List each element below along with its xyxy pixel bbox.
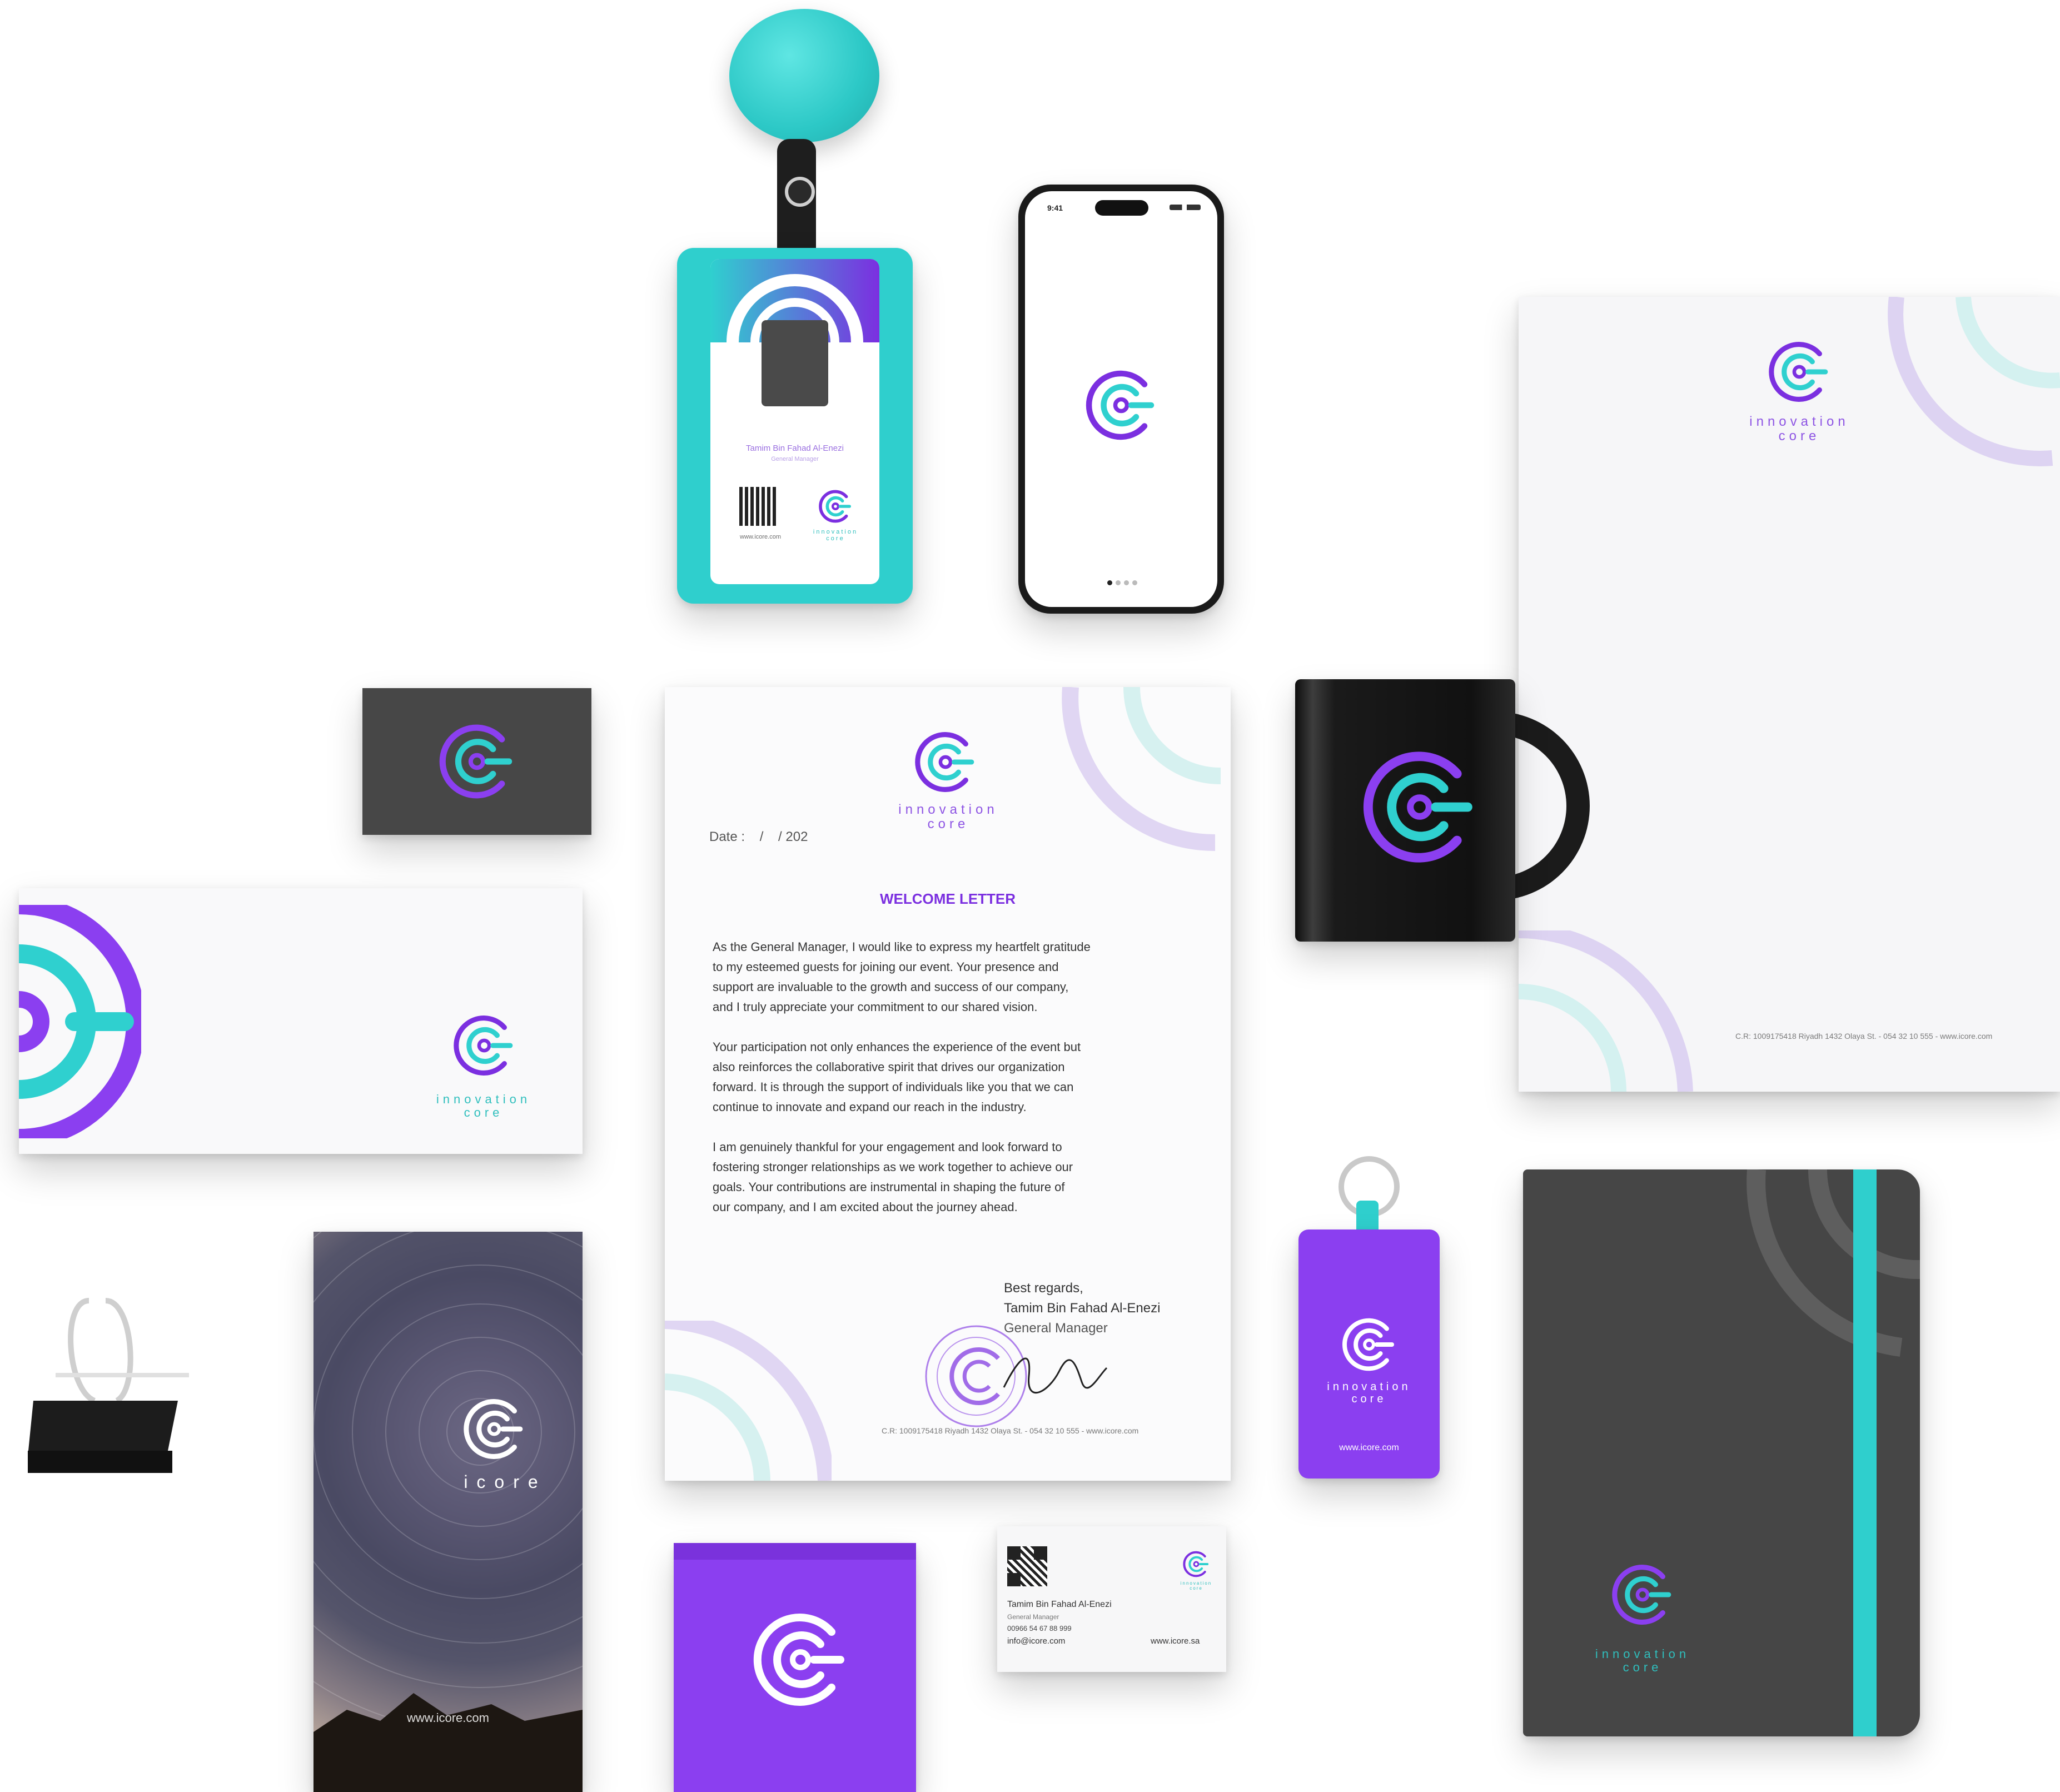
brochure: icore www.icore.com [314,1232,583,1792]
mug-body [1295,679,1515,942]
card-website: www.icore.sa [1151,1636,1200,1646]
dark-card-logo-icon [439,724,512,799]
purple-box [674,1543,916,1792]
binder-clip [28,1298,189,1473]
purple-box-logo-icon [753,1614,844,1706]
badge-name: Tamim Bin Fahad Al-Enezi [746,444,844,453]
phone-status-time: 9:41 [1047,203,1063,212]
card-wordmark: innovation core [1180,1581,1212,1591]
letter-corner-arcs [1062,687,1221,852]
brochure-wordmark: icore [464,1472,547,1492]
brochure-logo-icon [464,1399,523,1459]
letter-closing: Best regards, [1004,1281,1083,1296]
card-name: Tamim Bin Fahad Al-Enezi [1007,1600,1112,1609]
letter-wordmark: innovation core [898,802,998,832]
card-logo-icon [1183,1551,1209,1577]
keychain-website: www.icore.com [1339,1443,1399,1452]
envelope-logo-icon [454,1016,513,1076]
card-title: General Manager [1007,1613,1059,1621]
letterhead-sheet: innovation core C.R: 1009175418 Riyadh 1… [1519,297,2060,1092]
card-qr-code [1007,1546,1047,1586]
envelope: innovation core [19,888,583,1154]
letter-bottom-arcs [665,1321,832,1481]
letter-signature [1003,1357,1108,1394]
badge-wordmark: innovation core [813,529,858,542]
phone-page-dots [1107,580,1137,585]
smartphone: 9:41 [1018,185,1224,614]
letter-paragraph-2: Your participation not only enhances the… [713,1040,1081,1114]
letter-signer-name: Tamim Bin Fahad Al-Enezi [1004,1301,1161,1316]
notebook-corner-arcs [1746,1169,1920,1357]
keychain-tag: innovation core www.icore.com [1298,1229,1440,1479]
mug-logo-icon [1363,751,1472,863]
purple-box-flap [674,1543,916,1560]
card-email: info@icore.com [1007,1636,1066,1646]
notebook-wordmark: innovation core [1595,1647,1690,1674]
card-phone: 00966 54 67 88 999 [1007,1624,1072,1632]
badge-logo-icon [819,490,851,523]
letter-heading: WELCOME LETTER [879,890,1016,907]
envelope-wordmark: innovation core [436,1092,531,1119]
letter-paragraph-3: I am genuinely thankful for your engagem… [713,1140,1073,1214]
keychain-wordmark: innovation core [1327,1381,1411,1405]
letterhead-footer: C.R: 1009175418 Riyadh 1432 Olaya St. - … [1735,1032,1993,1041]
letter-date: Date : / / 202 [709,829,808,844]
phone-app-logo-icon [1086,370,1155,440]
notebook-logo-icon [1612,1565,1671,1625]
badge-photo-placeholder [762,320,828,406]
letterhead-logo-icon [1769,342,1828,402]
phone-status-icons [1170,205,1201,210]
id-badge-card: Tamim Bin Fahad Al-Enezi General Manager… [710,259,879,584]
dark-card [362,688,591,835]
badge-qr-code [737,485,780,528]
badge-clip-ring [785,177,815,207]
phone-dynamic-island [1095,200,1148,216]
notebook-elastic-band [1853,1169,1877,1736]
keychain-logo-icon [1342,1318,1395,1371]
phone-screen: 9:41 [1025,191,1217,607]
brochure-star-trails [314,1232,583,1792]
business-card: innovation core Tamim Bin Fahad Al-Enezi… [997,1526,1226,1672]
badge-title: General Manager [771,456,819,462]
letter-logo-icon [915,732,974,792]
letter-paragraph-1: As the General Manager, I would like to … [713,940,1091,1014]
letterhead-bottom-arcs [1519,930,1693,1092]
badge-website: www.icore.com [740,534,781,540]
id-badge-holder: Tamim Bin Fahad Al-Enezi General Manager… [677,248,913,604]
badge-reel [729,9,879,142]
letterhead-corner-arcs [1888,297,2060,466]
letterhead-wordmark: innovation core [1749,414,1849,444]
notebook: innovation core [1523,1169,1920,1736]
brochure-website: www.icore.com [407,1711,489,1725]
welcome-letter: innovation core Date : / / 202 WELCOME L… [665,687,1231,1481]
letter-footer: C.R: 1009175418 Riyadh 1432 Olaya St. - … [882,1426,1139,1435]
envelope-arcs [19,905,141,1138]
